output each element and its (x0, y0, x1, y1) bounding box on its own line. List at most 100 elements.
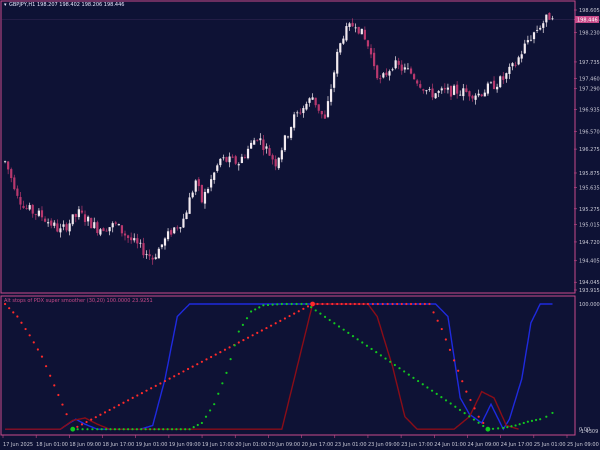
candle-body (170, 230, 173, 235)
indicator-dot (379, 354, 382, 357)
candle-body (179, 227, 182, 229)
candle-body (277, 157, 280, 169)
candle-body (382, 73, 385, 78)
time-tick-label: 24 Jun 17:00 (501, 442, 533, 448)
candle-body (154, 257, 157, 259)
indicator-dot (86, 428, 89, 431)
candle-body (376, 65, 379, 79)
candle-body (259, 138, 262, 141)
time-tick-label: 20 Jun 17:00 (302, 442, 334, 448)
indicator-dot (336, 302, 339, 306)
candle-body (47, 222, 50, 224)
indicator-dot (440, 396, 443, 399)
candle-body (145, 254, 148, 256)
candle (90, 217, 93, 229)
indicator-dot (269, 324, 273, 327)
candle-body (366, 40, 370, 47)
candle-body (265, 146, 268, 149)
indicator-dot (391, 302, 394, 306)
price-tick-label: 196.570 (579, 129, 600, 135)
indicator-dot (136, 394, 139, 397)
candle (200, 184, 203, 204)
indicator-dot (362, 302, 365, 306)
candle-body (505, 73, 508, 79)
candle-body (114, 222, 117, 224)
indicator-dot (316, 302, 319, 306)
candle-body (93, 222, 96, 229)
candle-body (492, 80, 496, 90)
price-tick-label: 195.875 (579, 171, 600, 177)
indicator-dot (295, 302, 298, 306)
indicator-dot (314, 309, 317, 312)
indicator-dot (414, 302, 417, 306)
indicator-dot (40, 355, 44, 358)
indicator-dot (458, 408, 462, 412)
candle-body (280, 150, 283, 160)
indicator-dot (20, 321, 23, 324)
candle-body (336, 51, 339, 74)
candle-body (317, 104, 320, 111)
candle-body (213, 172, 216, 180)
candle-body (474, 95, 477, 100)
indicator-dot (245, 317, 249, 320)
candle-body (59, 228, 62, 233)
indicator-dot (370, 347, 373, 351)
indicator-dot (423, 302, 426, 306)
indicator-dot (100, 428, 103, 431)
indicator-dot (122, 401, 125, 404)
indicator-dot (108, 408, 111, 412)
candle-body (326, 101, 330, 117)
indicator-dot (522, 421, 525, 425)
trading-chart[interactable]: ▾ GBPJPY,H1 198.207 198.402 198.206 198.… (0, 0, 600, 450)
indicator-dot (340, 302, 343, 306)
price-tick-label: 194.045 (579, 280, 600, 286)
indicator-dot (131, 428, 134, 431)
indicator-dot (173, 375, 176, 378)
time-tick-label: 18 Jun 17:00 (103, 442, 135, 448)
candle-body (449, 85, 453, 97)
candle-body (126, 235, 130, 239)
candle-body (360, 28, 363, 35)
candle-body (459, 94, 462, 96)
candle-body (489, 82, 493, 84)
candle-body (249, 142, 253, 149)
indicator-dot (305, 302, 308, 306)
indicator-dot (49, 374, 52, 377)
indicator-dot (440, 327, 443, 331)
indicator-dot (249, 310, 253, 313)
candle-body (357, 26, 360, 34)
indicator-dot (342, 328, 345, 331)
indicator-dot (148, 428, 152, 431)
indicator-dot (375, 351, 378, 354)
candle-body (403, 67, 406, 70)
candle-body (539, 27, 542, 30)
candle-body (416, 80, 419, 84)
candle-body (253, 140, 256, 145)
current-price-label: 198.446 (577, 17, 598, 23)
candle-body (206, 188, 210, 193)
candle-body (446, 87, 450, 90)
indicator-dot (473, 407, 476, 410)
indicator-dot (274, 322, 277, 325)
indicator-dot (386, 302, 389, 306)
candle-body (311, 97, 314, 100)
candle-body (268, 148, 271, 156)
candle-body (243, 156, 247, 158)
indicator-dot (469, 398, 472, 402)
indicator-dot (241, 323, 244, 326)
candle-body (468, 91, 471, 97)
indicator-dot (331, 302, 334, 306)
indicator-dot (150, 387, 153, 390)
indicator-dot (326, 302, 329, 306)
candle-body (480, 94, 483, 97)
indicator-dot (452, 359, 456, 362)
time-tick-label: 19 Jun 17:00 (202, 442, 234, 448)
candle-body (31, 204, 34, 214)
time-tick-label: 23 Jun 09:00 (368, 442, 400, 448)
indicator-dot (246, 336, 250, 339)
indicator-dot (145, 389, 148, 392)
candle (173, 227, 176, 235)
indicator-dot (113, 428, 117, 431)
candle-body (419, 84, 422, 88)
stop-start-marker (485, 426, 491, 432)
